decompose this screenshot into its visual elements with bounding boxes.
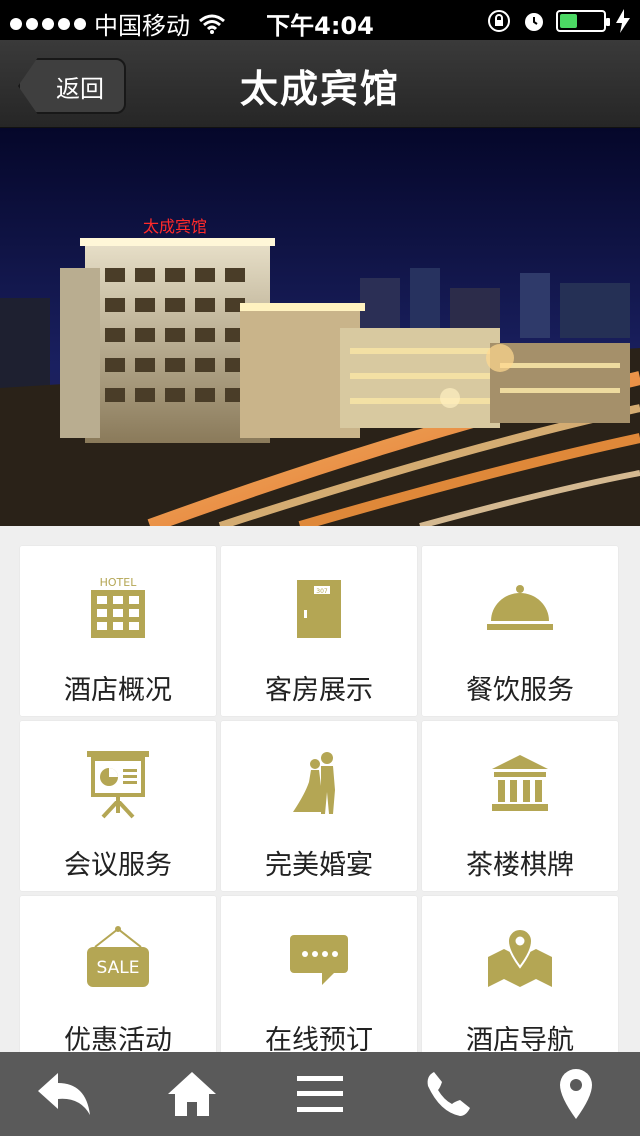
menu-grid: HOTEL 酒店概况 307 客房展示 餐饮服务 会议服务 完美婚宴 茶楼棋牌 … bbox=[20, 546, 620, 1066]
orientation-lock-icon bbox=[488, 10, 510, 32]
alarm-icon bbox=[525, 13, 543, 31]
menu-item-label: 会议服务 bbox=[64, 850, 172, 881]
page-title: 太成宾馆 bbox=[239, 67, 400, 111]
menu-item-label: 完美婚宴 bbox=[265, 850, 373, 881]
location-pin-icon bbox=[560, 1069, 592, 1119]
hotel-icon-text: HOTEL bbox=[100, 576, 138, 589]
home-button[interactable] bbox=[157, 1059, 227, 1129]
menu-item-rooms[interactable]: 307 客房展示 bbox=[221, 546, 417, 716]
room-door-icon: 307 bbox=[297, 580, 341, 638]
hotel-building-icon: HOTEL bbox=[91, 576, 145, 638]
menu-item-label: 茶楼棋牌 bbox=[466, 850, 574, 881]
menu-item-wedding[interactable]: 完美婚宴 bbox=[221, 721, 417, 891]
charging-icon bbox=[616, 9, 630, 33]
battery-icon bbox=[556, 10, 610, 32]
chat-bubble-icon bbox=[290, 935, 348, 985]
location-button[interactable] bbox=[541, 1059, 611, 1129]
menu-icon bbox=[297, 1076, 343, 1112]
home-icon bbox=[168, 1072, 216, 1116]
sale-sign-icon: SALE bbox=[87, 926, 149, 987]
hotel-hero-image: 太成宾馆 bbox=[0, 128, 640, 526]
reply-back-icon bbox=[38, 1073, 90, 1115]
room-number-text: 307 bbox=[316, 588, 328, 595]
hotel-neon-sign: 太成宾馆 bbox=[143, 217, 207, 236]
menu-item-hotel-navigation[interactable]: 酒店导航 bbox=[422, 896, 618, 1066]
menu-item-promotions[interactable]: SALE 优惠活动 bbox=[20, 896, 216, 1066]
menu-item-label: 餐饮服务 bbox=[466, 675, 574, 706]
building-columns-icon bbox=[492, 755, 548, 811]
menu-item-label: 客房展示 bbox=[265, 675, 373, 706]
map-pin-icon bbox=[488, 927, 552, 987]
phone-icon bbox=[427, 1072, 470, 1116]
phone-button[interactable] bbox=[413, 1059, 483, 1129]
menu-item-label: 酒店概况 bbox=[64, 675, 172, 706]
status-bar: 中国移动 下午4:04 bbox=[0, 0, 640, 40]
menu-item-online-booking[interactable]: 在线预订 bbox=[221, 896, 417, 1066]
reply-back-button[interactable] bbox=[29, 1059, 99, 1129]
presentation-board-icon bbox=[87, 751, 149, 819]
bottom-toolbar bbox=[0, 1052, 640, 1136]
navigation-bar: 返回 太成宾馆 bbox=[0, 40, 640, 128]
menu-item-conference[interactable]: 会议服务 bbox=[20, 721, 216, 891]
wedding-couple-icon bbox=[293, 752, 335, 814]
menu-item-dining[interactable]: 餐饮服务 bbox=[422, 546, 618, 716]
menu-item-hotel-overview[interactable]: HOTEL 酒店概况 bbox=[20, 546, 216, 716]
sale-icon-text: SALE bbox=[97, 958, 140, 978]
menu-item-teahouse[interactable]: 茶楼棋牌 bbox=[422, 721, 618, 891]
menu-button[interactable] bbox=[285, 1059, 355, 1129]
food-cloche-icon bbox=[487, 585, 553, 630]
